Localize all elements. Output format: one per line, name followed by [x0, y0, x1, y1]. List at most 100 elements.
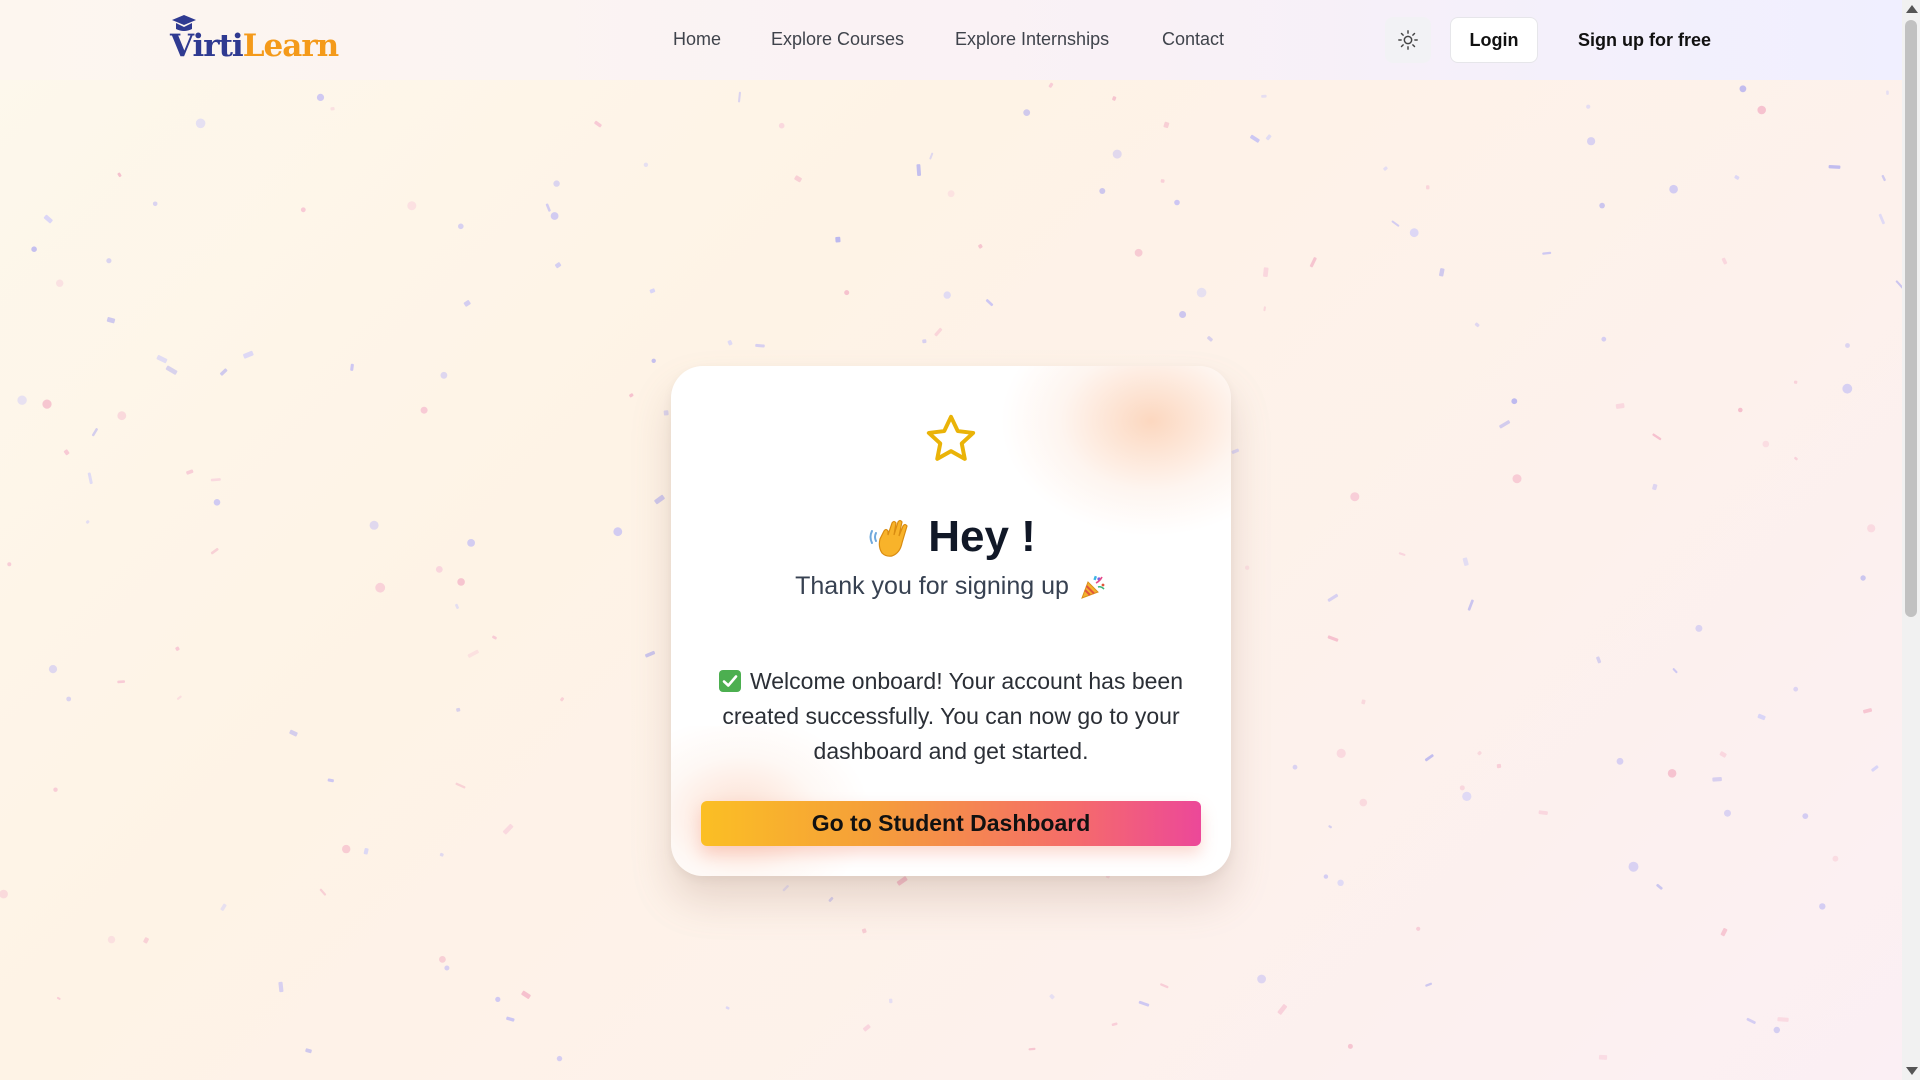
- confetti-piece: [862, 1024, 871, 1032]
- confetti-piece: [929, 152, 934, 160]
- confetti-piece: [1652, 483, 1658, 491]
- confetti-piece: [1328, 825, 1332, 829]
- confetti-piece: [1337, 879, 1344, 886]
- confetti-piece: [152, 201, 158, 207]
- confetti-piece: [1881, 174, 1886, 182]
- confetti-piece: [1746, 1017, 1756, 1024]
- welcome-card: Hey ! Thank you for signing up Welcome o…: [671, 366, 1231, 876]
- confetti-piece: [896, 876, 908, 886]
- confetti-piece: [467, 539, 475, 547]
- check-mark-icon: [718, 670, 741, 692]
- confetti-piece: [1477, 750, 1482, 756]
- confetti-piece: [117, 680, 126, 684]
- nav-explore-courses[interactable]: Explore Courses: [771, 29, 904, 50]
- card-glow-top-right: [1001, 366, 1231, 536]
- confetti-piece: [1802, 813, 1809, 819]
- confetti-piece: [363, 847, 369, 855]
- confetti-piece: [1048, 82, 1054, 88]
- confetti-piece: [420, 406, 428, 414]
- confetti-piece: [1383, 166, 1388, 171]
- welcome-message: Welcome onboard! Your account has been c…: [711, 664, 1191, 769]
- confetti-piece: [1207, 336, 1213, 342]
- confetti-piece: [782, 885, 789, 892]
- nav-home[interactable]: Home: [673, 29, 721, 50]
- go-to-dashboard-button[interactable]: Go to Student Dashboard: [701, 801, 1201, 846]
- confetti-piece: [1263, 306, 1266, 312]
- confetti-piece: [463, 300, 471, 307]
- confetti-piece: [1615, 403, 1625, 409]
- confetti-piece: [1323, 874, 1329, 879]
- page-scrollbar[interactable]: [1902, 0, 1920, 1080]
- scroll-down-arrow-icon[interactable]: [1906, 1067, 1918, 1075]
- confetti-piece: [63, 449, 70, 456]
- scrollbar-thumb[interactable]: [1905, 20, 1917, 617]
- confetti-piece: [456, 707, 461, 712]
- confetti-piece: [934, 327, 943, 337]
- confetti-piece: [594, 120, 602, 128]
- confetti-piece: [916, 164, 922, 176]
- confetti-piece: [1292, 764, 1298, 770]
- confetti-piece: [1250, 134, 1260, 143]
- confetti-piece: [176, 695, 182, 700]
- confetti-piece: [1652, 433, 1662, 441]
- confetti-piece: [828, 896, 834, 902]
- confetti-piece: [53, 787, 58, 792]
- confetti-piece: [457, 578, 465, 586]
- confetti-piece: [87, 472, 93, 485]
- confetti-piece: [1439, 268, 1445, 277]
- confetti-piece: [550, 212, 559, 220]
- confetti-piece: [643, 162, 649, 167]
- confetti-piece: [1347, 1043, 1353, 1049]
- waving-hand-icon: [869, 519, 908, 557]
- confetti-piece: [861, 928, 867, 934]
- confetti-piece: [1391, 220, 1400, 227]
- confetti-piece: [467, 649, 479, 658]
- confetti-piece: [1196, 287, 1207, 298]
- confetti-piece: [210, 547, 219, 555]
- confetti-piece: [219, 368, 228, 376]
- confetti-piece: [1667, 769, 1677, 778]
- confetti-piece: [1499, 420, 1511, 429]
- confetti-piece: [1265, 134, 1272, 141]
- confetti-piece: [1359, 798, 1368, 807]
- confetti-piece: [1616, 757, 1624, 765]
- confetti-piece: [143, 937, 149, 944]
- login-button[interactable]: Login: [1450, 17, 1538, 63]
- confetti-piece: [844, 290, 850, 296]
- subtitle-text: Thank you for signing up: [795, 572, 1069, 600]
- confetti-piece: [195, 118, 206, 129]
- confetti-piece: [56, 996, 61, 1000]
- confetti-piece: [1724, 809, 1731, 817]
- scroll-up-arrow-icon[interactable]: [1906, 5, 1918, 13]
- confetti-piece: [556, 1055, 563, 1062]
- confetti-piece: [1845, 343, 1850, 348]
- confetti-piece: [31, 246, 37, 252]
- confetti-piece: [439, 956, 446, 963]
- confetti-piece: [1542, 251, 1552, 255]
- confetti-piece: [1738, 407, 1743, 413]
- confetti-piece: [440, 371, 448, 379]
- greeting-text: Hey !: [928, 512, 1036, 561]
- confetti-piece: [1794, 456, 1798, 461]
- confetti-piece: [117, 172, 122, 178]
- confetti-piece: [278, 981, 284, 993]
- confetti-piece: [17, 395, 27, 405]
- confetti-piece: [300, 207, 306, 213]
- confetti-piece: [1878, 213, 1885, 225]
- confetti-piece: [455, 782, 466, 789]
- confetti-piece: [1886, 90, 1889, 95]
- confetti-piece: [1111, 1022, 1118, 1027]
- nav-contact[interactable]: Contact: [1162, 29, 1224, 50]
- confetti-piece: [1832, 855, 1839, 862]
- confetti-piece: [1862, 708, 1873, 714]
- thank-you-subtitle: Thank you for signing up: [671, 572, 1231, 601]
- confetti-piece: [327, 778, 334, 783]
- confetti-piece: [156, 355, 168, 364]
- confetti-piece: [978, 244, 983, 249]
- confetti-piece: [1496, 763, 1502, 769]
- theme-toggle-button[interactable]: [1385, 17, 1431, 63]
- signup-button[interactable]: Sign up for free: [1560, 17, 1729, 63]
- nav-explore-internships[interactable]: Explore Internships: [955, 29, 1109, 50]
- confetti-piece: [778, 122, 785, 129]
- confetti-piece: [106, 258, 112, 264]
